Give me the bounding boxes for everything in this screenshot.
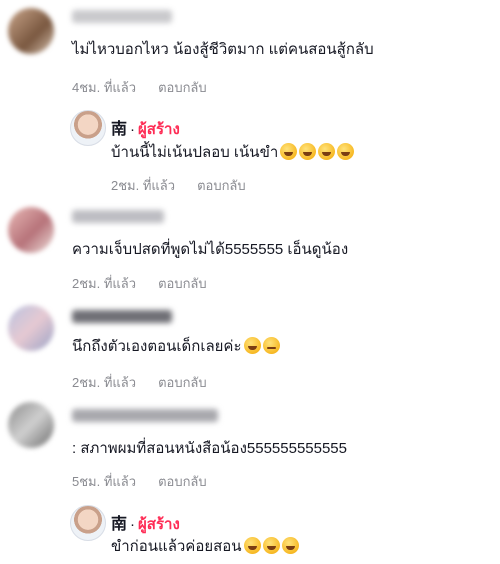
avatar[interactable] <box>8 8 54 54</box>
sweat-smile-emoji <box>280 143 298 160</box>
creator-name[interactable]: 南 <box>111 121 127 138</box>
comment-text: ไม่ไหวบอกไหว น้องสู้ชีวิตมาก แต่คนสอนสู้… <box>72 40 374 60</box>
reply-button[interactable]: ตอบกลับ <box>158 474 207 489</box>
comment-text-content: : สภาพผมที่สอนหนังสือน้อง555555555555 <box>72 440 347 457</box>
comment-text-content: นึกถึงตัวเองตอนเด็กเลยค่ะ <box>72 338 242 355</box>
username-blurred[interactable] <box>72 310 172 323</box>
comment-meta: 5ชม. ที่แล้ว ตอบกลับ <box>72 471 207 492</box>
creator-author-row: 南 · ผู้สร้าง <box>111 510 180 536</box>
reply-time: 2ชม. ที่แล้ว <box>111 178 176 193</box>
grin-sweat-emoji <box>281 537 299 554</box>
rofl-emoji <box>299 143 317 160</box>
reply-button[interactable]: ตอบกลับ <box>158 276 207 291</box>
author-separator: · <box>130 121 136 138</box>
reply-button[interactable]: ตอบกลับ <box>197 178 246 193</box>
rofl-emoji <box>337 143 355 160</box>
reply-button[interactable]: ตอบกลับ <box>158 375 207 390</box>
comment-time: 5ชม. ที่แล้ว <box>72 474 137 489</box>
grin-sweat-emoji <box>262 537 280 554</box>
reply-text-content: บ้านนี้ไม่เน้นปลอบ เน้นขำ <box>111 144 279 161</box>
username-blurred[interactable] <box>72 10 172 23</box>
creator-badge: ผู้สร้าง <box>138 516 180 533</box>
reply-text: ขำก่อนแล้วค่อยสอน <box>111 537 299 557</box>
reply-text-content: ขำก่อนแล้วค่อยสอน <box>111 538 242 555</box>
creator-name[interactable]: 南 <box>111 516 127 533</box>
avatar[interactable] <box>8 305 54 351</box>
creator-badge: ผู้สร้าง <box>138 121 180 138</box>
comment-meta: 4ชม. ที่แล้ว ตอบกลับ <box>72 77 207 98</box>
rofl-emoji <box>318 143 336 160</box>
reply-button[interactable]: ตอบกลับ <box>158 80 207 95</box>
creator-avatar[interactable] <box>70 110 106 146</box>
comment-text-content: ไม่ไหวบอกไหว น้องสู้ชีวิตมาก แต่คนสอนสู้… <box>72 41 374 58</box>
reply-text: บ้านนี้ไม่เน้นปลอบ เน้นขำ <box>111 143 355 163</box>
username-blurred[interactable] <box>72 210 164 223</box>
frowning-emoji <box>262 337 280 354</box>
comment-text: : สภาพผมที่สอนหนังสือน้อง555555555555 <box>72 439 347 459</box>
grin-sweat-emoji <box>243 537 261 554</box>
creator-author-row: 南 · ผู้สร้าง <box>111 115 180 141</box>
creator-avatar[interactable] <box>70 505 106 541</box>
comment-text-content: ความเจ็บปสดที่พูดไม่ได้5555555 เอ็นดูน้อ… <box>72 241 349 258</box>
comment-meta: 2ชม. ที่แล้ว ตอบกลับ <box>72 273 207 294</box>
comment-time: 2ชม. ที่แล้ว <box>72 375 137 390</box>
username-blurred[interactable] <box>72 409 218 422</box>
comment-text: ความเจ็บปสดที่พูดไม่ได้5555555 เอ็นดูน้อ… <box>72 240 348 260</box>
sweat-smile-emoji <box>243 337 261 354</box>
author-separator: · <box>130 516 136 533</box>
comment-time: 2ชม. ที่แล้ว <box>72 276 137 291</box>
reply-meta: 2ชม. ที่แล้ว ตอบกลับ <box>111 175 246 196</box>
avatar[interactable] <box>8 207 54 253</box>
comment-meta: 2ชม. ที่แล้ว ตอบกลับ <box>72 372 207 393</box>
comment-text: นึกถึงตัวเองตอนเด็กเลยค่ะ <box>72 337 280 357</box>
avatar[interactable] <box>8 402 54 448</box>
comment-time: 4ชม. ที่แล้ว <box>72 80 137 95</box>
